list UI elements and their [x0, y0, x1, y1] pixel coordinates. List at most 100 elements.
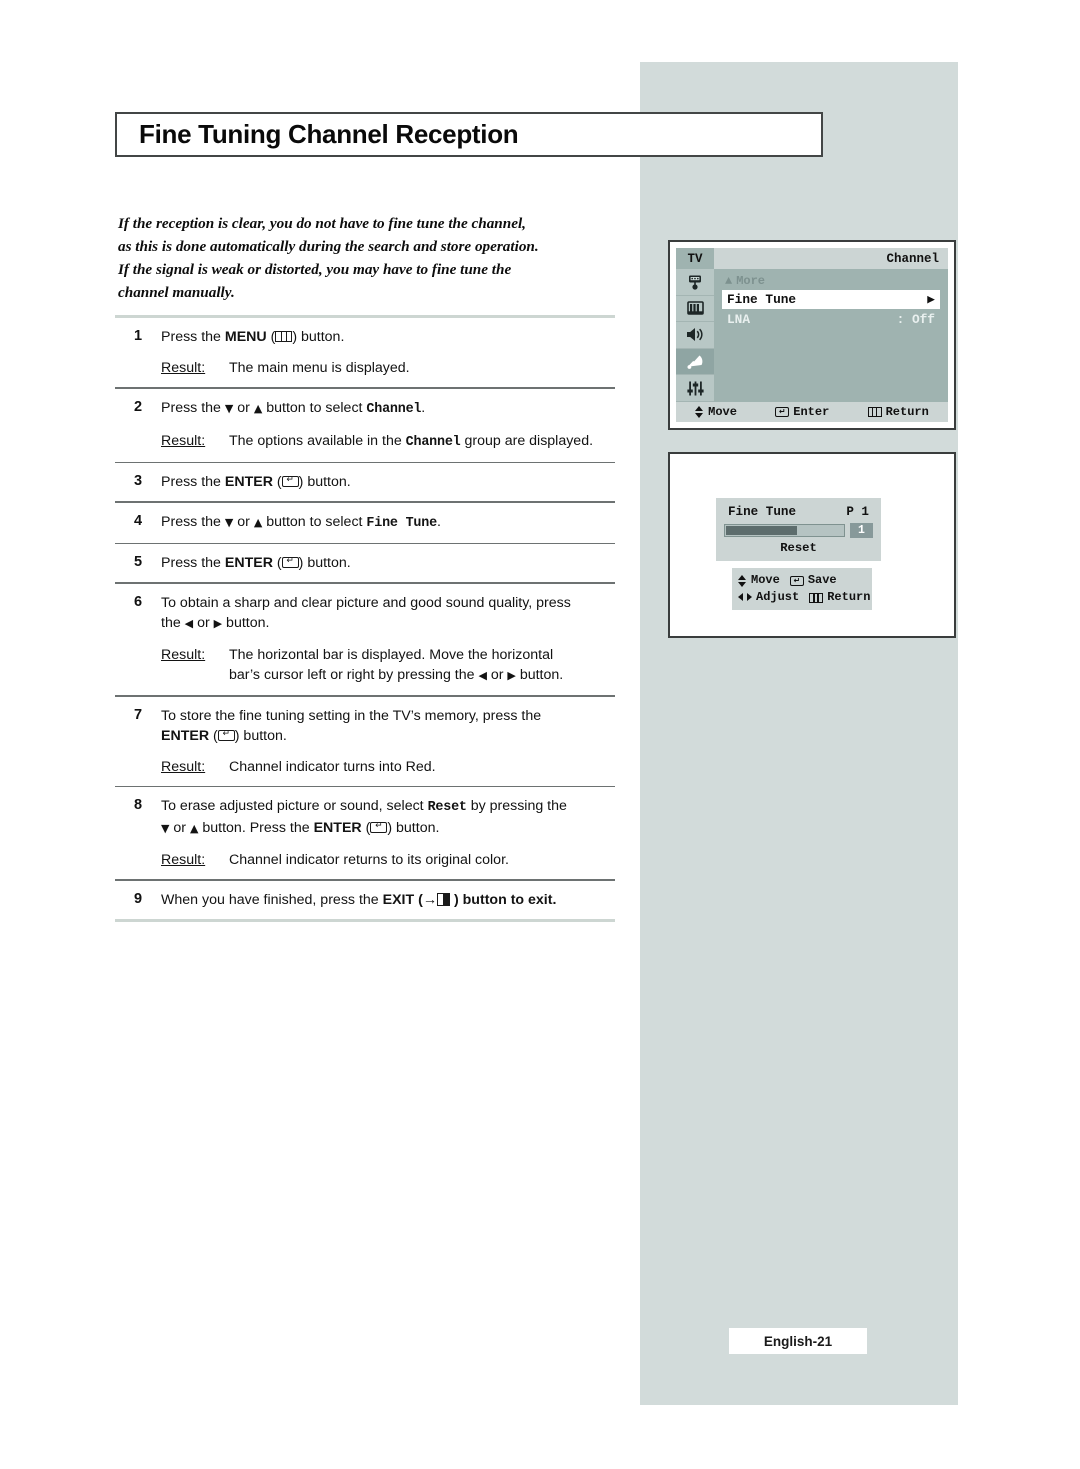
step-7: 7 To store the fine tuning setting in th… — [115, 697, 615, 786]
intro-line-1: If the reception is clear, you do not ha… — [118, 215, 526, 232]
fine-tune-slider[interactable] — [724, 524, 845, 537]
result-label: Result: — [161, 758, 206, 775]
intro-paragraph: If the reception is clear, you do not ha… — [118, 212, 628, 304]
step-6-instruction: To obtain a sharp and clear picture and … — [161, 594, 571, 631]
intro-line-4: channel manually. — [118, 284, 235, 301]
step-number: 5 — [133, 554, 143, 571]
step-number: 8 — [133, 797, 143, 814]
fine-tune-value: 1 — [850, 523, 873, 538]
fine-tune-menu-token: Fine Tune — [366, 515, 437, 531]
osd-sidebar — [676, 269, 714, 402]
menu-icon — [275, 331, 293, 342]
result-label: Result: — [161, 646, 206, 663]
step-9: 9 When you have finished, press the EXIT… — [115, 881, 615, 919]
step-3: 3 Press the ENTER () button. — [115, 463, 615, 501]
setup-sliders-icon[interactable] — [676, 375, 714, 402]
enter-button-label: ENTER — [224, 474, 273, 491]
steps-bottom-rule — [115, 918, 615, 922]
osd-hint-label: Save — [807, 573, 837, 587]
right-arrow-icon: ▶ — [507, 668, 516, 682]
reset-menu-token: Reset — [427, 800, 467, 816]
step-9-instruction: When you have finished, press the EXIT (… — [161, 891, 557, 908]
osd-tv-tab: TV — [676, 248, 714, 269]
osd-hint-adjust: Adjust — [738, 589, 799, 606]
osd-row-label: More — [736, 274, 766, 288]
enter-icon — [281, 557, 299, 569]
osd-fine-tune-label: Fine Tune — [728, 505, 797, 519]
osd-hint-label: Move — [751, 573, 780, 587]
osd-hint-save: ↵ Save — [789, 572, 837, 589]
left-arrow-icon: ◀ — [478, 668, 487, 682]
sound-icon[interactable] — [676, 322, 714, 349]
step-2: 2 Press the ▼ or ▲ button to select Chan… — [115, 389, 615, 462]
osd-row-value: : Off — [896, 312, 935, 327]
enter-icon — [217, 729, 235, 741]
enter-button-label: ENTER — [313, 820, 362, 837]
enter-button-label: ENTER — [224, 555, 273, 572]
enter-icon: ↵ — [775, 407, 790, 417]
page-title: Fine Tuning Channel Reception — [139, 119, 519, 149]
result-label: Result: — [161, 432, 206, 449]
osd-hint-return: Return — [809, 589, 870, 606]
result-text: Channel indicator turns into Red. — [229, 758, 436, 775]
osd-hint-return: Return — [867, 405, 929, 419]
osd-hint-enter: ↵ Enter — [775, 405, 829, 419]
up-down-arrows-icon — [738, 574, 747, 587]
result-label: Result: — [161, 360, 206, 376]
osd-reset-option[interactable]: Reset — [724, 541, 873, 555]
step-4-instruction: Press the ▼ or ▲ button to select Fine T… — [161, 513, 441, 531]
exit-button-label: EXIT — [382, 891, 415, 908]
osd-channel-number: P 1 — [846, 505, 869, 519]
osd-row-label: LNA — [727, 312, 751, 327]
page-footer: English-21 — [729, 1328, 867, 1354]
step-number: 6 — [133, 593, 143, 610]
intro-line-3: If the signal is weak or distorted, you … — [118, 261, 512, 278]
step-7-instruction: To store the fine tuning setting in the … — [161, 706, 615, 746]
osd-hint-label: Move — [708, 405, 737, 419]
channel-menu-token: Channel — [405, 434, 461, 450]
step-2-instruction: Press the ▼ or ▲ button to select Channe… — [161, 399, 426, 417]
up-arrow-icon: ▲ — [725, 274, 733, 288]
step-number: 9 — [133, 890, 143, 907]
menu-icon — [809, 592, 824, 603]
osd-hint-move: Move — [738, 572, 780, 589]
osd-row-fine-tune[interactable]: Fine Tune ▶ — [722, 290, 940, 309]
step-4: 4 Press the ▼ or ▲ button to select Fine… — [115, 503, 615, 543]
left-arrow-icon: ◀ — [184, 616, 194, 630]
right-arrow-icon: ▶ — [213, 616, 223, 630]
result-text: The horizontal bar is displayed. Move th… — [229, 646, 564, 683]
step-1: 1 Press the MENU () button. Result: The … — [115, 318, 615, 387]
osd-hint-label: Return — [885, 405, 929, 419]
remote-icon[interactable] — [676, 269, 714, 296]
osd-fine-tune-screenshot: Fine Tune P 1 1 Reset Move ↵ Save Adjust … — [668, 452, 956, 638]
step-3-instruction: Press the ENTER () button. — [161, 472, 615, 492]
step-number: 7 — [133, 706, 143, 723]
satellite-dish-icon[interactable] — [676, 348, 714, 376]
osd-row-label: Fine Tune — [727, 292, 797, 307]
step-number: 3 — [133, 473, 143, 490]
osd-channel-menu-screenshot: TV Channel ▲ More Fine Tune ▶ LNA: Off … — [668, 240, 956, 430]
osd-hint-label: Adjust — [756, 590, 800, 604]
osd-row-more[interactable]: ▲ More — [722, 274, 940, 288]
osd-row-lna[interactable]: LNA : Off — [722, 311, 940, 328]
enter-icon — [370, 822, 388, 834]
page-number-label: English-21 — [763, 1333, 833, 1349]
osd-menu-list: ▲ More Fine Tune ▶ LNA : Off — [714, 269, 948, 402]
right-arrow-icon: ▶ — [927, 292, 935, 307]
osd-fine-tune-panel: Fine Tune P 1 1 Reset — [716, 498, 881, 561]
step-8: 8 To erase adjusted picture or sound, se… — [115, 787, 615, 879]
osd-hint-label: Return — [827, 590, 871, 604]
step-8-instruction: To erase adjusted picture or sound, sele… — [161, 796, 615, 839]
osd-hint-move: Move — [695, 405, 737, 419]
step-5-instruction: Press the ENTER () button. — [161, 553, 615, 573]
enter-button-label: ENTER — [161, 727, 210, 744]
step-number: 1 — [133, 328, 143, 344]
result-label: Result: — [161, 852, 206, 869]
osd-hint-bar: Move ↵ Enter Return — [676, 402, 948, 422]
procedure-steps: 1 Press the MENU () button. Result: The … — [115, 315, 615, 922]
picture-icon[interactable] — [676, 296, 714, 323]
result-text: Channel indicator returns to its origina… — [229, 852, 509, 869]
exit-icon — [437, 892, 451, 906]
step-1-instruction: Press the MENU () button. — [161, 329, 345, 345]
menu-icon — [867, 407, 882, 417]
